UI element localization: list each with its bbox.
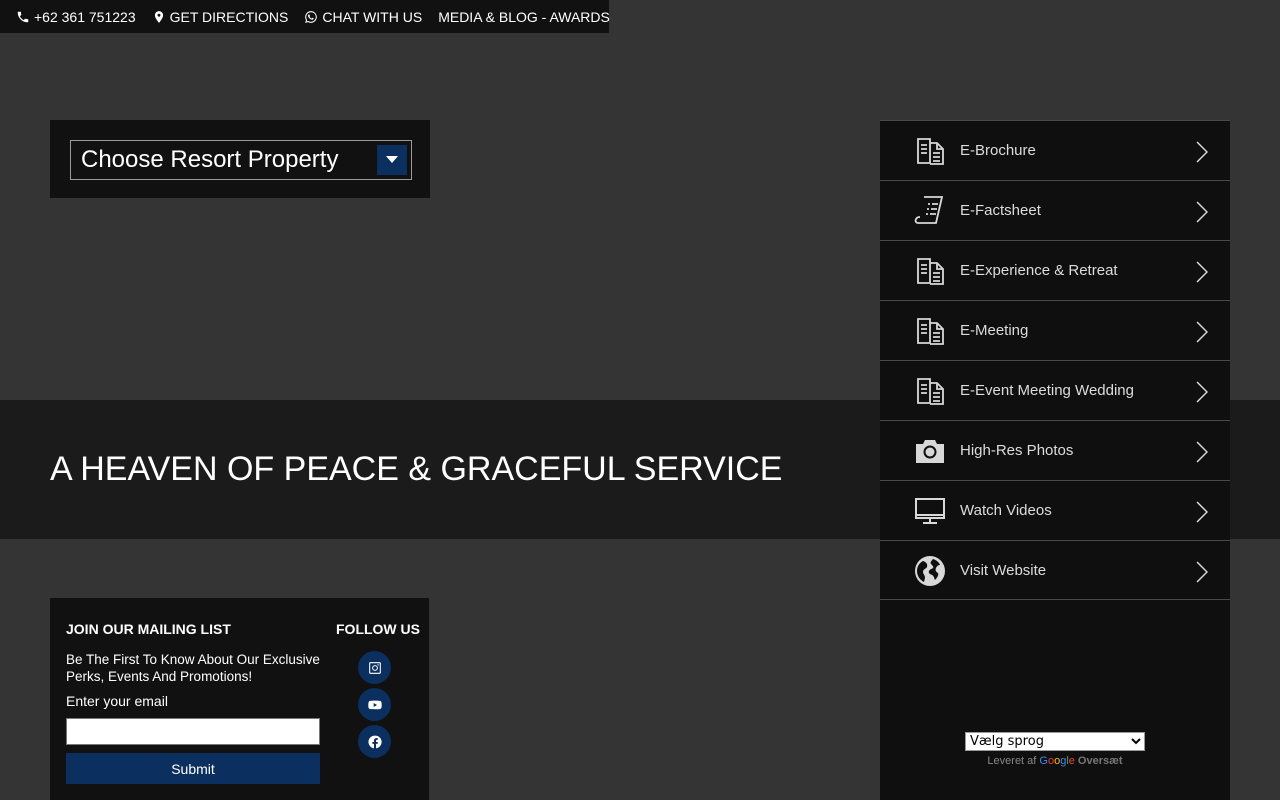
phone-number: +62 361 751223: [34, 8, 136, 25]
globe-icon: [914, 555, 946, 587]
translate-widget: Vælg sprog Leveret af Google Oversæt: [965, 732, 1145, 767]
email-input[interactable]: [66, 718, 320, 745]
email-label: Enter your email: [66, 693, 168, 709]
submit-button[interactable]: Submit: [66, 753, 320, 784]
facebook-icon: [367, 735, 382, 748]
chevron-right-icon: [1196, 501, 1209, 523]
powered-by-label: Leveret af: [987, 755, 1037, 767]
side-item-e-meeting[interactable]: E-Meeting: [880, 300, 1230, 360]
youtube-icon: [367, 700, 382, 709]
banner-title: A HEAVEN OF PEACE & GRACEFUL SERVICE: [50, 450, 783, 488]
chat-link[interactable]: CHAT WITH US: [304, 9, 422, 25]
instagram-icon: [368, 661, 381, 674]
side-item-label: Watch Videos: [960, 502, 1052, 519]
whatsapp-icon: [305, 10, 318, 23]
document-icon: [914, 135, 946, 167]
scroll-icon: [914, 195, 946, 227]
google-logo: Google: [1039, 755, 1075, 767]
instagram-button[interactable]: [358, 651, 391, 684]
directions-link[interactable]: GET DIRECTIONS: [152, 8, 289, 25]
monitor-icon: [914, 495, 946, 527]
translate-link[interactable]: Oversæt: [1078, 755, 1123, 767]
chevron-right-icon: [1196, 141, 1209, 163]
side-item-label: E-Experience & Retreat: [960, 262, 1118, 279]
mailing-list-panel: JOIN OUR MAILING LIST Be The First To Kn…: [50, 598, 429, 800]
side-item-label: E-Brochure: [960, 142, 1036, 159]
side-item-label: Visit Website: [960, 561, 1047, 579]
side-item-e-factsheet[interactable]: E-Factsheet: [880, 180, 1230, 240]
side-item-e-brochure[interactable]: E-Brochure: [880, 120, 1230, 180]
side-item-label: E-Factsheet: [960, 202, 1041, 219]
side-item-e-experience-retreat[interactable]: E-Experience & Retreat: [880, 240, 1230, 300]
top-bar: +62 361 751223 GET DIRECTIONS CHAT WITH …: [0, 0, 610, 33]
side-item-watch-videos[interactable]: Watch Videos: [880, 480, 1230, 540]
side-item-label: E-Event Meeting Wedding: [960, 382, 1134, 399]
youtube-button[interactable]: [358, 688, 391, 721]
directions-label: GET DIRECTIONS: [169, 8, 289, 25]
mailing-list-title: JOIN OUR MAILING LIST: [66, 621, 231, 637]
mailing-list-subtitle: Be The First To Know About Our Exclusive…: [66, 652, 320, 684]
chevron-right-icon: [1196, 201, 1209, 223]
chat-label: CHAT WITH US: [322, 8, 423, 25]
media-blog-link[interactable]: MEDIA & BLOG - AWARDS: [438, 9, 610, 25]
phone-icon: [17, 11, 29, 22]
dropdown-arrow-button[interactable]: [377, 145, 407, 175]
side-item-label: High-Res Photos: [960, 442, 1074, 459]
document-icon: [914, 375, 946, 407]
chevron-right-icon: [1196, 441, 1209, 463]
side-item-label: E-Meeting: [960, 322, 1029, 339]
facebook-button[interactable]: [358, 725, 391, 758]
document-icon: [914, 255, 946, 287]
resort-selector-panel: Choose Resort Property: [50, 120, 430, 198]
resort-select-placeholder: Choose Resort Property: [81, 146, 339, 173]
language-select[interactable]: Vælg sprog: [965, 732, 1145, 751]
side-item-high-res-photos[interactable]: High-Res Photos: [880, 420, 1230, 480]
chevron-right-icon: [1196, 321, 1209, 343]
caret-down-icon: [386, 156, 398, 163]
side-menu: E-Brochure E-Factsheet E-Experience & Re…: [880, 120, 1230, 800]
media-label: MEDIA & BLOG - AWARDS: [438, 8, 610, 25]
chevron-right-icon: [1196, 261, 1209, 283]
side-item-visit-website[interactable]: Visit Website: [880, 540, 1230, 600]
chevron-right-icon: [1196, 381, 1209, 403]
side-item-e-event-meeting-wedding[interactable]: E-Event Meeting Wedding: [880, 360, 1230, 420]
follow-us-title: FOLLOW US: [336, 621, 420, 637]
map-pin-icon: [154, 10, 163, 23]
chevron-right-icon: [1196, 561, 1209, 583]
camera-icon: [914, 435, 946, 467]
powered-by-google: Leveret af Google Oversæt: [965, 755, 1145, 767]
document-icon: [914, 315, 946, 347]
phone-link[interactable]: +62 361 751223: [16, 9, 136, 25]
resort-property-select[interactable]: Choose Resort Property: [70, 140, 412, 180]
